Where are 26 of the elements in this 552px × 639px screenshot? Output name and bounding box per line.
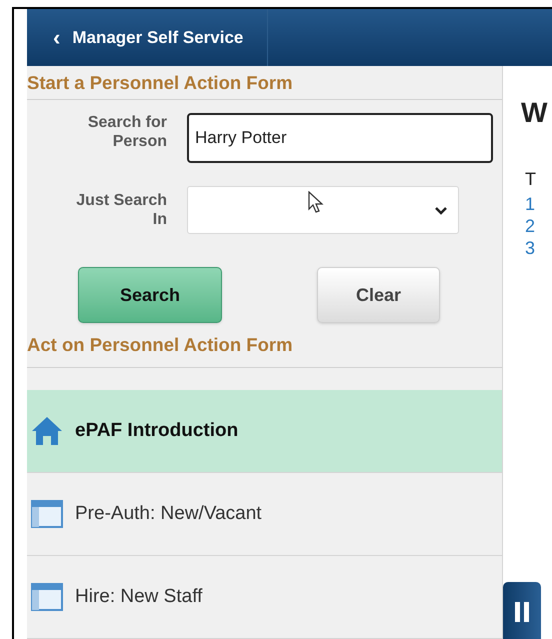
page-heading: W: [521, 96, 548, 130]
home-icon: [31, 416, 63, 446]
clear-button[interactable]: Clear: [317, 267, 440, 324]
section-heading: Act on Personnel Action Form: [27, 333, 293, 358]
nav-item-label: ePAF Introduction: [75, 418, 238, 443]
chevron-down-icon: [434, 206, 448, 215]
search-button[interactable]: Search: [78, 267, 222, 324]
select-field[interactable]: [187, 186, 459, 234]
nav-item[interactable]: ePAF Introduction: [27, 390, 502, 473]
search-field[interactable]: Harry Potter: [187, 113, 493, 164]
list-number: 3: [525, 237, 536, 259]
section-heading: Start a Personnel Action Form: [27, 70, 293, 95]
header-title: Manager Self Service: [72, 26, 244, 49]
pause-tab[interactable]: [503, 582, 541, 639]
window-icon: [31, 583, 63, 611]
list-number: 2: [525, 215, 536, 237]
nav-item-label: Pre-Auth: New/Vacant: [75, 502, 262, 526]
field-label: Search for Person: [86, 113, 167, 152]
body-text: T: [525, 168, 536, 191]
mouse-cursor-icon: [308, 191, 324, 215]
back-icon[interactable]: ‹: [53, 26, 60, 48]
list-number: 1: [525, 193, 536, 215]
nav-item-label: Hire: New Staff: [75, 584, 202, 609]
field-label: Just Search In: [75, 191, 167, 230]
window-icon: [31, 500, 63, 528]
pause-icon: [514, 602, 530, 622]
